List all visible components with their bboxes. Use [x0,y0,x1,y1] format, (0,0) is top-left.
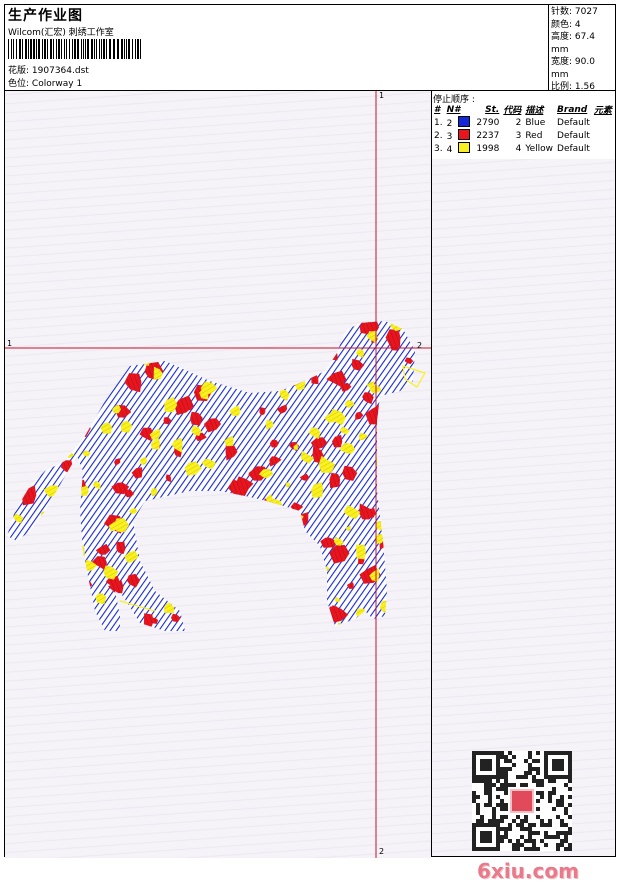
sheet-header: 生产作业图 Wilcom(汇宏) 刺绣工作室 花版: 1907364.dst 色… [5,5,615,92]
colorway-line: 色位: Colorway 1 [8,76,82,89]
row-index: 3. [434,143,443,154]
color-swatch-yellow [458,142,471,153]
header-stitches: St. [485,104,500,115]
design-preview: 1 1 2 2 [5,91,431,858]
row-brand: Default [557,117,590,128]
colorway-label: 色位: [8,79,30,89]
sheet-title: 生产作业图 [8,8,83,24]
color-swatch-red [458,129,471,140]
header-code: 代码 [503,106,522,116]
stitch-count: 针数: 7027 [551,7,598,17]
watermark-site: 6xiu.com [477,859,579,883]
row-stitches: 1998 [476,143,500,154]
header-needle: N# [446,104,461,115]
header-brand: Brand [557,104,588,115]
row-brand: Default [557,143,590,154]
bottom-marker: 2 [379,847,385,856]
table-row: 3. 4 1998 4 Yellow Default [432,142,614,155]
stop-sequence-panel: 停止顺序 : # N# St. 代码 描述 Brand 元素 1. 2 2790… [432,91,615,160]
design-stats: 针数: 7027 颜色: 4 高度: 67.4 mm 宽度: 90.0 mm 比… [548,5,615,92]
row-index: 1. [434,117,443,128]
table-row: 2. 3 2237 3 Red Default [432,129,614,142]
row-stitches: 2237 [476,130,500,141]
top-marker: 1 [379,91,385,100]
row-code: 2 [515,117,522,128]
row-needle: 2 [445,116,475,129]
row-brand: Default [557,130,590,141]
color-table-header: # N# St. 代码 描述 Brand 元素 [432,103,614,117]
colorway-value: Colorway 1 [31,79,83,89]
row-description: Yellow [525,143,554,154]
color-table: # N# St. 代码 描述 Brand 元素 1. 2 2790 2 Blue… [432,103,614,156]
row-needle: 3 [445,129,475,142]
right-marker: 2 [417,341,423,350]
row-description: Blue [525,117,546,128]
qr-code-image [472,751,572,851]
embroidery-canvas [5,91,431,858]
row-index: 2. [434,130,443,141]
table-row: 1. 2 2790 2 Blue Default [432,116,614,129]
row-code: 4 [515,143,522,154]
design-label: 花版: [8,66,30,76]
row-code: 3 [515,130,522,141]
design-width: 宽度: 90.0 mm [551,57,595,80]
sidebar-notes-area: 6xiu.com [432,159,615,883]
header-index: # [434,104,441,115]
row-needle: 4 [445,142,475,155]
company-name: Wilcom(汇宏) 刺绣工作室 [8,28,114,38]
design-file-line: 花版: 1907364.dst [8,63,89,76]
production-sheet: 生产作业图 Wilcom(汇宏) 刺绣工作室 花版: 1907364.dst 色… [4,4,616,883]
header-description: 描述 [525,106,544,116]
color-swatch-blue [458,116,471,127]
info-sidebar: 停止顺序 : # N# St. 代码 描述 Brand 元素 1. 2 2790… [431,91,615,883]
row-description: Red [525,130,543,141]
dog-embroidery [7,321,426,631]
design-file: 1907364.dst [31,66,89,76]
design-height: 高度: 67.4 mm [551,32,595,55]
left-marker: 1 [7,339,13,348]
row-stitches: 2790 [476,117,500,128]
barcode [8,39,141,59]
header-element: 元素 [593,106,612,116]
color-count: 颜色: 4 [551,19,581,30]
